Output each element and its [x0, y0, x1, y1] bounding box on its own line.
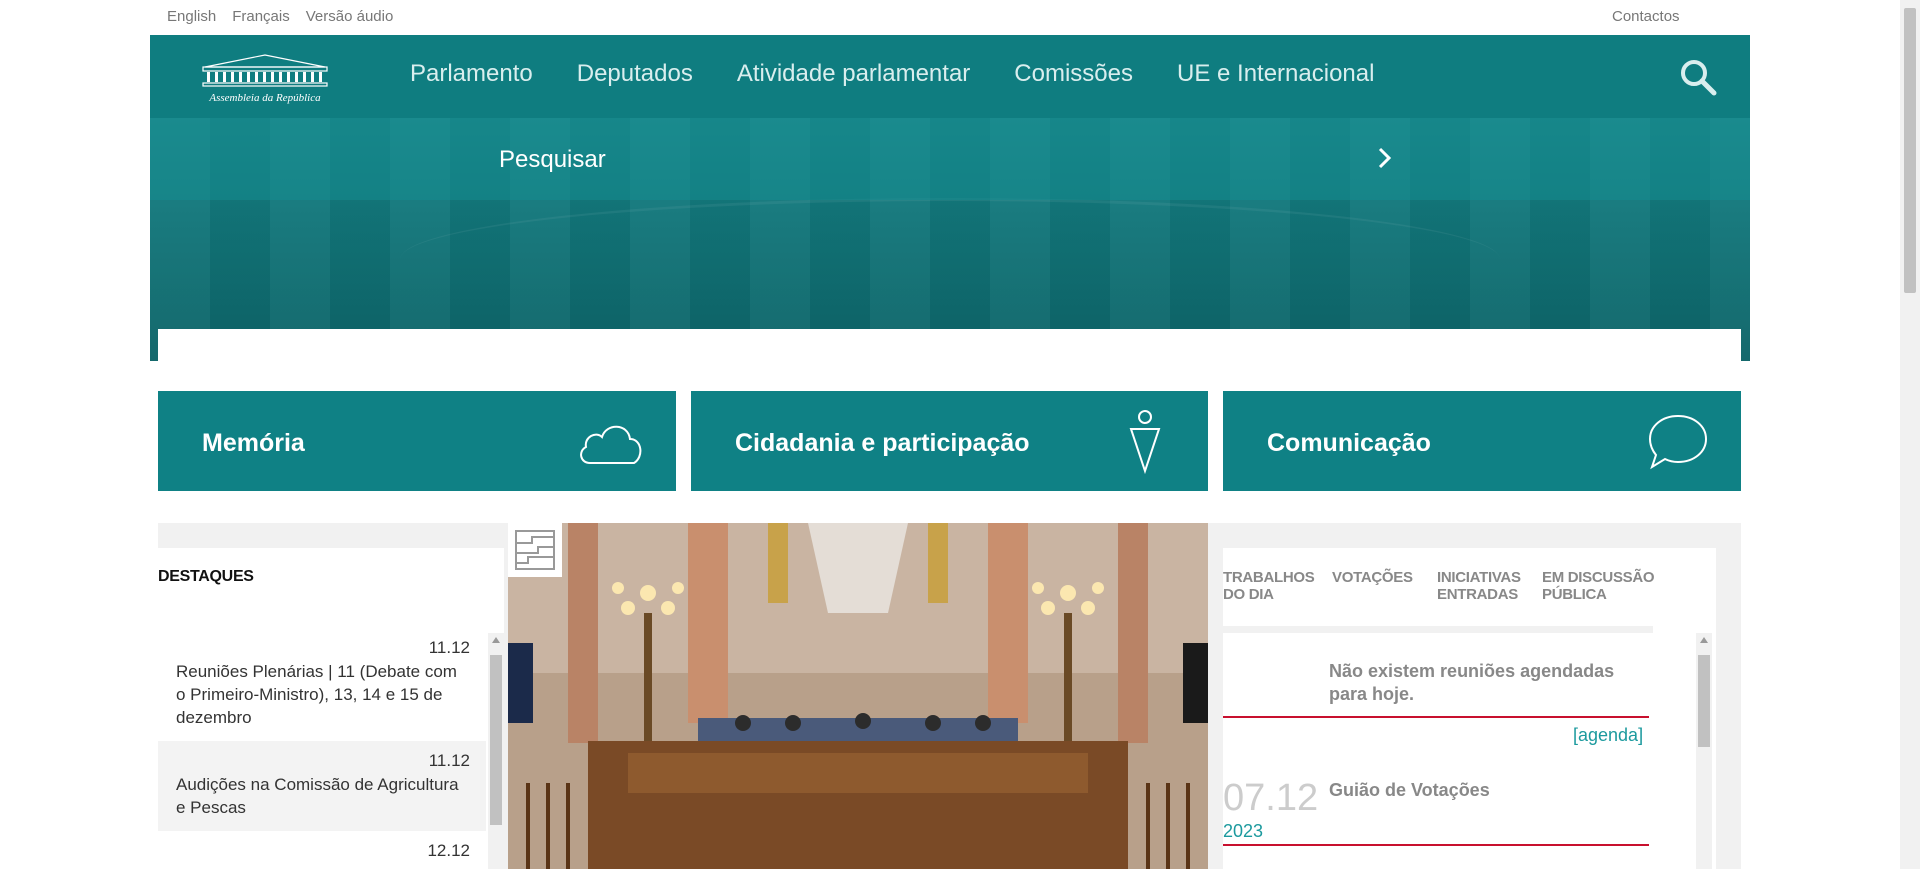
agenda-tabs: TRABALHOS DO DIA VOTAÇÕES INICIATIVAS EN…: [1223, 569, 1662, 603]
search-input[interactable]: Pesquisar: [499, 146, 606, 174]
tab-divider: [1223, 626, 1653, 633]
list-item[interactable]: 11.12 Reuniões Plenárias | 11 (Debate co…: [158, 628, 486, 741]
search-bar[interactable]: Pesquisar: [150, 118, 1750, 200]
tab-label: ENTRADAS: [1437, 586, 1518, 603]
tab-label: PÚBLICA: [1542, 586, 1607, 603]
person-icon: [1129, 410, 1161, 475]
destaques-title: DESTAQUES: [158, 568, 254, 585]
agenda-content: Não existem reuniões agendadas para hoje…: [1223, 633, 1653, 869]
lang-french-link[interactable]: Français: [232, 8, 290, 25]
hero-bottom-strip: [158, 329, 1741, 361]
tab-label: TRABALHOS: [1223, 569, 1315, 586]
gallery-icon[interactable]: [508, 523, 562, 577]
nav-comissoes[interactable]: Comissões: [1014, 60, 1133, 88]
chevron-right-icon[interactable]: [1375, 146, 1395, 170]
tab-votacoes[interactable]: VOTAÇÕES: [1332, 569, 1437, 603]
main-navbar: Assembleia da República Parlamento Deput…: [150, 35, 1750, 118]
tab-em-discussao-publica[interactable]: EM DISCUSSÃO PÚBLICA: [1542, 569, 1662, 603]
tab-label: DO DIA: [1223, 586, 1274, 603]
tab-label: VOTAÇÕES: [1332, 569, 1413, 586]
agenda-scrollbar[interactable]: [1696, 633, 1712, 869]
assembleia-logo[interactable]: Assembleia da República: [185, 51, 345, 105]
tile-comunicacao[interactable]: Comunicação: [1223, 391, 1741, 491]
item-text: Audições na Comissão de Agricultura e Pe…: [176, 775, 459, 817]
tab-label: INICIATIVAS: [1437, 569, 1521, 586]
destaques-list: 11.12 Reuniões Plenárias | 11 (Debate co…: [158, 628, 486, 869]
top-utility-bar: English Français Versão áudio Contactos: [0, 0, 1900, 35]
divider: [1223, 716, 1649, 718]
parliament-photo[interactable]: [508, 523, 1208, 869]
entry-title-link[interactable]: Guião de Votações: [1329, 780, 1490, 801]
item-date: 11.12: [428, 638, 470, 657]
item-date: 11.12: [428, 751, 470, 770]
page-scrollbar[interactable]: [1900, 0, 1920, 869]
divider: [1223, 844, 1649, 846]
tab-label: EM DISCUSSÃO: [1542, 569, 1655, 586]
search-icon[interactable]: [1678, 57, 1718, 97]
item-date: 12.12: [427, 841, 470, 860]
agenda-link[interactable]: [agenda]: [1573, 725, 1643, 746]
language-links: English Français Versão áudio: [167, 8, 393, 25]
tile-memoria[interactable]: Memória: [158, 391, 676, 491]
nav-deputados[interactable]: Deputados: [577, 60, 693, 88]
nav-ue-internacional[interactable]: UE e Internacional: [1177, 60, 1374, 88]
tile-cidadania[interactable]: Cidadania e participação: [691, 391, 1208, 491]
list-item[interactable]: 12.12: [158, 831, 486, 869]
tab-iniciativas-entradas[interactable]: INICIATIVAS ENTRADAS: [1437, 569, 1542, 603]
main-nav: Parlamento Deputados Atividade parlament…: [410, 60, 1374, 88]
lang-english-link[interactable]: English: [167, 8, 216, 25]
tile-label: Memória: [202, 429, 305, 457]
svg-text:Assembleia da República: Assembleia da República: [208, 92, 321, 104]
hero-header: Assembleia da República Parlamento Deput…: [150, 35, 1750, 361]
item-text: Reuniões Plenárias | 11 (Debate com o Pr…: [176, 662, 457, 727]
contacts-link[interactable]: Contactos: [1612, 8, 1680, 25]
cloud-icon: [580, 425, 642, 464]
nav-atividade-parlamentar[interactable]: Atividade parlamentar: [737, 60, 970, 88]
tile-label: Cidadania e participação: [735, 429, 1030, 457]
entry-day: 07.12: [1223, 777, 1319, 819]
list-item[interactable]: 11.12 Audições na Comissão de Agricultur…: [158, 741, 486, 831]
speech-bubble-icon: [1648, 414, 1708, 470]
entry-year: 2023: [1223, 821, 1264, 841]
tab-trabalhos-do-dia[interactable]: TRABALHOS DO DIA: [1223, 569, 1332, 603]
tile-label: Comunicação: [1267, 429, 1431, 457]
no-meetings-message: Não existem reuniões agendadas para hoje…: [1329, 661, 1615, 704]
audio-version-link[interactable]: Versão áudio: [306, 8, 394, 25]
nav-parlamento[interactable]: Parlamento: [410, 60, 533, 88]
destaques-scrollbar[interactable]: [488, 633, 504, 869]
